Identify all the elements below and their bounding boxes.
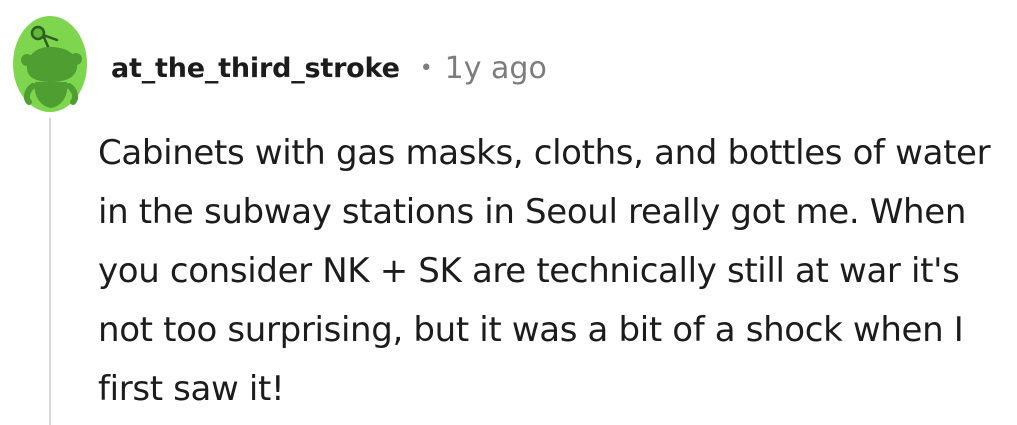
comment-meta: at_the_third_stroke • 1y ago — [111, 44, 547, 92]
comment: at_the_third_stroke • 1y ago Cabinets wi… — [0, 0, 1017, 425]
separator-dot: • — [419, 55, 433, 81]
comment-body: Cabinets with gas masks, cloths, and bot… — [98, 133, 991, 409]
snoo-avatar-icon — [13, 16, 87, 112]
thread-line[interactable] — [49, 118, 51, 425]
username-link[interactable]: at_the_third_stroke — [111, 53, 400, 84]
comment-timestamp[interactable]: 1y ago — [445, 51, 547, 86]
avatar[interactable] — [13, 16, 87, 112]
